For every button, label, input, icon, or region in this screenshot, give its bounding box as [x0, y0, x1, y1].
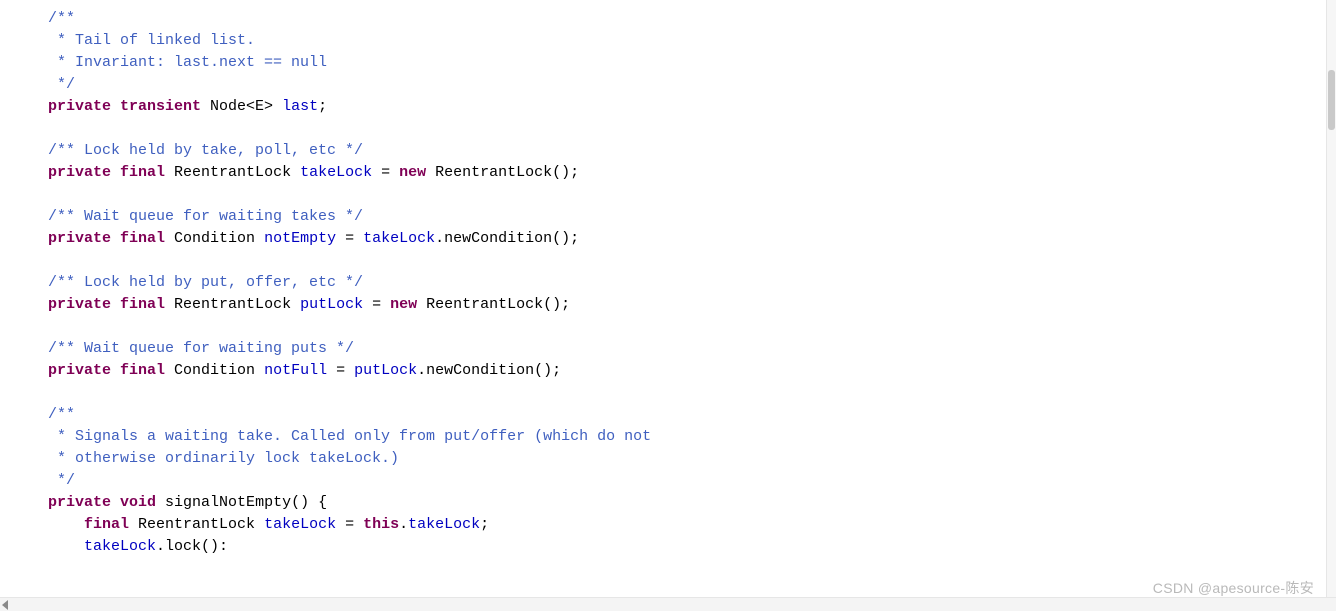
comment: */: [48, 472, 75, 489]
field: notEmpty: [264, 230, 336, 247]
punct: ;: [318, 98, 327, 115]
vertical-scrollbar[interactable]: [1326, 0, 1336, 611]
ref: takeLock: [408, 516, 480, 533]
comment: /**: [48, 406, 75, 423]
comment: /** Wait queue for waiting puts */: [48, 340, 354, 357]
comment: /** Lock held by take, poll, etc */: [48, 142, 363, 159]
keyword: private: [48, 362, 111, 379]
keyword: private: [48, 296, 111, 313]
keyword: final: [120, 296, 165, 313]
comment: * otherwise ordinarily lock takeLock.): [48, 450, 399, 467]
watermark-text: CSDN @apesource-陈安: [1153, 577, 1314, 599]
comment: * Signals a waiting take. Called only fr…: [48, 428, 651, 445]
ref: takeLock: [84, 538, 156, 555]
keyword: new: [390, 296, 417, 313]
indent: [48, 538, 84, 555]
field: notFull: [264, 362, 327, 379]
scroll-left-icon[interactable]: [2, 600, 8, 610]
keyword: new: [399, 164, 426, 181]
dot: .: [399, 516, 408, 533]
keyword: private: [48, 164, 111, 181]
type: Node<E>: [201, 98, 282, 115]
punct: =: [336, 230, 363, 247]
ref: takeLock: [363, 230, 435, 247]
comment: * Tail of linked list.: [48, 32, 255, 49]
punct: =: [363, 296, 390, 313]
punct: ;: [570, 230, 579, 247]
call: .lock():: [156, 538, 228, 555]
type: ReentrantLock: [129, 516, 264, 533]
punct: =: [327, 362, 354, 379]
comment: * Invariant: last.next == null: [48, 54, 327, 71]
keyword: private: [48, 230, 111, 247]
punct: ;: [561, 296, 570, 313]
call: .newCondition(): [417, 362, 552, 379]
keyword: transient: [120, 98, 201, 115]
comment: /** Wait queue for waiting takes */: [48, 208, 363, 225]
keyword: private: [48, 494, 111, 511]
indent: [48, 516, 84, 533]
method: signalNotEmpty(): [156, 494, 318, 511]
punct: ;: [480, 516, 489, 533]
ref: putLock: [354, 362, 417, 379]
type: ReentrantLock: [165, 164, 300, 181]
type: ReentrantLock: [165, 296, 300, 313]
punct: ;: [570, 164, 579, 181]
punct: =: [336, 516, 363, 533]
keyword: void: [120, 494, 156, 511]
keyword: final: [120, 164, 165, 181]
keyword: private: [48, 98, 111, 115]
ctor: ReentrantLock(): [417, 296, 561, 313]
local: takeLock: [264, 516, 336, 533]
type: Condition: [165, 230, 264, 247]
punct: ;: [552, 362, 561, 379]
field: last: [282, 98, 318, 115]
keyword: this: [363, 516, 399, 533]
keyword: final: [84, 516, 129, 533]
comment: /** Lock held by put, offer, etc */: [48, 274, 363, 291]
field: takeLock: [300, 164, 372, 181]
keyword: final: [120, 230, 165, 247]
comment: */: [48, 76, 75, 93]
comment: /**: [48, 10, 75, 27]
scrollbar-thumb[interactable]: [1328, 70, 1335, 130]
keyword: final: [120, 362, 165, 379]
brace: {: [318, 494, 327, 511]
code-block: /** * Tail of linked list. * Invariant: …: [0, 0, 1336, 558]
field: putLock: [300, 296, 363, 313]
call: .newCondition(): [435, 230, 570, 247]
punct: =: [372, 164, 399, 181]
horizontal-scrollbar[interactable]: [0, 597, 1336, 611]
type: Condition: [165, 362, 264, 379]
ctor: ReentrantLock(): [426, 164, 570, 181]
